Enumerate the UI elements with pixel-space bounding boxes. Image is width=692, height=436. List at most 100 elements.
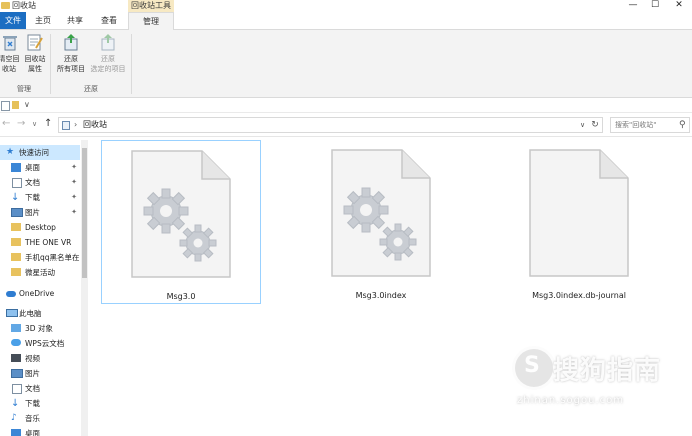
window-title: 回收站 bbox=[12, 1, 36, 10]
folder-title-icon bbox=[1, 2, 10, 9]
recycle-bin-properties-button[interactable]: 回收站 属性 bbox=[23, 34, 47, 76]
nav-item-label: THE ONE VR bbox=[25, 238, 72, 247]
restore-selected-label2: 选定的项目 bbox=[90, 65, 126, 73]
empty-recycle-bin-label2: 收站 bbox=[2, 65, 16, 73]
address-dropdown-icon[interactable]: ∨ bbox=[580, 118, 585, 132]
restore-all-label2: 所有项目 bbox=[57, 65, 85, 73]
desktop-icon bbox=[11, 429, 21, 436]
nav-item-folder-msi-event[interactable]: 微星活动 bbox=[0, 265, 80, 280]
nav-item-label: 文档 bbox=[25, 384, 40, 393]
search-icon[interactable]: ⚲ bbox=[679, 118, 686, 132]
empty-recycle-bin-button[interactable]: 清空回 收站 bbox=[0, 34, 20, 76]
tab-view[interactable]: 查看 bbox=[96, 12, 122, 29]
nav-item-label: 下载 bbox=[25, 399, 40, 408]
documents-icon bbox=[12, 384, 22, 394]
nav-item-label: 文档 bbox=[25, 178, 40, 187]
nav-item-downloads[interactable]: ↓ 下载 ✦ bbox=[0, 190, 80, 205]
nav-item-label: 快速访问 bbox=[19, 148, 49, 157]
search-input[interactable]: 搜索"回收站" ⚲ bbox=[610, 117, 690, 133]
back-button[interactable]: ← bbox=[2, 117, 10, 131]
qat-dropdown-icon[interactable]: ∨ bbox=[24, 98, 30, 112]
nav-item-this-pc[interactable]: 此电脑 bbox=[0, 306, 80, 321]
nav-item-documents[interactable]: 文档 ✦ bbox=[0, 175, 80, 190]
nav-item-folder-desktop[interactable]: Desktop bbox=[0, 220, 80, 235]
documents-icon bbox=[12, 178, 22, 188]
nav-item-onedrive[interactable]: OneDrive bbox=[0, 286, 80, 301]
nav-item-downloads-pc[interactable]: ↓ 下载 bbox=[0, 396, 80, 411]
folder-icon bbox=[11, 238, 21, 246]
recent-locations-button[interactable]: ∨ bbox=[32, 117, 37, 131]
forward-button[interactable]: → bbox=[17, 117, 25, 131]
context-tab-header: 回收站工具 bbox=[128, 0, 174, 12]
file-name: Msg3.0index.db-journal bbox=[532, 291, 626, 300]
watermark-url: zhinan.sogou.com bbox=[517, 395, 625, 406]
nav-item-pictures-pc[interactable]: 图片 bbox=[0, 366, 80, 381]
close-button[interactable]: ✕ bbox=[668, 0, 690, 12]
folder-icon bbox=[11, 268, 21, 276]
pictures-icon bbox=[11, 208, 23, 217]
file-item[interactable]: Msg3.0index.db-journal bbox=[528, 140, 686, 302]
download-arrow-icon: ↓ bbox=[11, 398, 20, 409]
nav-item-quick-access[interactable]: ★ 快速访问 bbox=[0, 145, 80, 160]
nav-item-documents-pc[interactable]: 文档 bbox=[0, 381, 80, 396]
wps-cloud-icon bbox=[11, 339, 21, 346]
pictures-icon bbox=[11, 369, 23, 378]
sogou-logo-mark: S bbox=[524, 353, 540, 378]
nav-scrollbar-thumb[interactable] bbox=[82, 148, 87, 278]
empty-recycle-bin-icon bbox=[3, 36, 17, 51]
tab-home[interactable]: 主页 bbox=[30, 12, 56, 29]
desktop-icon bbox=[11, 163, 21, 172]
gear-file-icon bbox=[331, 149, 431, 277]
empty-recycle-bin-label1: 清空回 bbox=[0, 55, 20, 63]
nav-item-music[interactable]: ♪ 音乐 bbox=[0, 411, 80, 426]
blank-file-icon bbox=[529, 149, 629, 277]
breadcrumb-recycle-bin[interactable]: 回收站 bbox=[83, 118, 107, 132]
file-item[interactable]: Msg3.0 bbox=[101, 140, 261, 304]
maximize-button[interactable]: ☐ bbox=[644, 0, 666, 12]
restore-all-button[interactable]: 还原 所有项目 bbox=[54, 34, 88, 76]
nav-item-desktop[interactable]: 桌面 ✦ bbox=[0, 160, 80, 175]
pin-icon: ✦ bbox=[71, 163, 77, 171]
properties-icon bbox=[27, 34, 43, 51]
nav-item-folder-the-one-vr[interactable]: THE ONE VR bbox=[0, 235, 80, 250]
properties-qat-icon[interactable] bbox=[1, 101, 10, 111]
folder-icon bbox=[11, 253, 21, 261]
nav-item-label: 桌面 bbox=[25, 163, 40, 172]
refresh-button[interactable]: ↻ bbox=[588, 117, 603, 133]
pin-icon: ✦ bbox=[71, 178, 77, 186]
address-bar[interactable]: › 回收站 ∨ bbox=[58, 117, 590, 133]
watermark-brand: 搜狗指南 bbox=[553, 356, 662, 386]
folder-icon bbox=[11, 223, 21, 231]
up-button[interactable]: ↑ bbox=[44, 117, 52, 131]
nav-item-label: WPS云文档 bbox=[25, 339, 65, 348]
nav-item-folder-qq-blacklist[interactable]: 手机qq黑名单在 bbox=[0, 250, 80, 265]
nav-item-3d-objects[interactable]: 3D 对象 bbox=[0, 321, 80, 336]
nav-item-label: 此电脑 bbox=[19, 309, 42, 318]
pin-icon: ✦ bbox=[71, 193, 77, 201]
nav-item-desktop-pc[interactable]: 桌面 bbox=[0, 426, 80, 436]
nav-item-label: 桌面 bbox=[25, 429, 40, 436]
file-item[interactable]: Msg3.0index bbox=[330, 140, 488, 302]
restore-selected-button[interactable]: 还原 选定的项目 bbox=[88, 34, 128, 76]
minimize-button[interactable]: — bbox=[622, 0, 644, 12]
nav-item-label: 图片 bbox=[25, 208, 40, 217]
group-restore-label: 还原 bbox=[84, 85, 98, 93]
nav-item-videos[interactable]: 视频 bbox=[0, 351, 80, 366]
3d-objects-icon bbox=[11, 324, 21, 332]
file-name: Msg3.0 bbox=[166, 292, 196, 301]
download-arrow-icon: ↓ bbox=[11, 192, 20, 203]
nav-item-label: 音乐 bbox=[25, 414, 40, 423]
nav-item-wps-cloud[interactable]: WPS云文档 bbox=[0, 336, 80, 351]
group-manage-label: 管理 bbox=[17, 85, 31, 93]
navigation-pane: ★ 快速访问 桌面 ✦ 文档 ✦ ↓ 下载 ✦ 图片 ✦ Desktop THE… bbox=[0, 140, 88, 436]
video-icon bbox=[11, 354, 21, 362]
recycle-bin-properties-label2: 属性 bbox=[28, 65, 42, 73]
tab-file[interactable]: 文件 bbox=[0, 12, 26, 29]
tab-share[interactable]: 共享 bbox=[62, 12, 88, 29]
cloud-icon bbox=[6, 291, 16, 297]
tab-manage[interactable]: 管理 bbox=[128, 12, 174, 30]
star-icon: ★ bbox=[6, 147, 15, 157]
nav-item-pictures[interactable]: 图片 ✦ bbox=[0, 205, 80, 220]
new-folder-qat-icon[interactable] bbox=[12, 101, 19, 109]
sogou-logo-icon: S bbox=[512, 346, 556, 390]
